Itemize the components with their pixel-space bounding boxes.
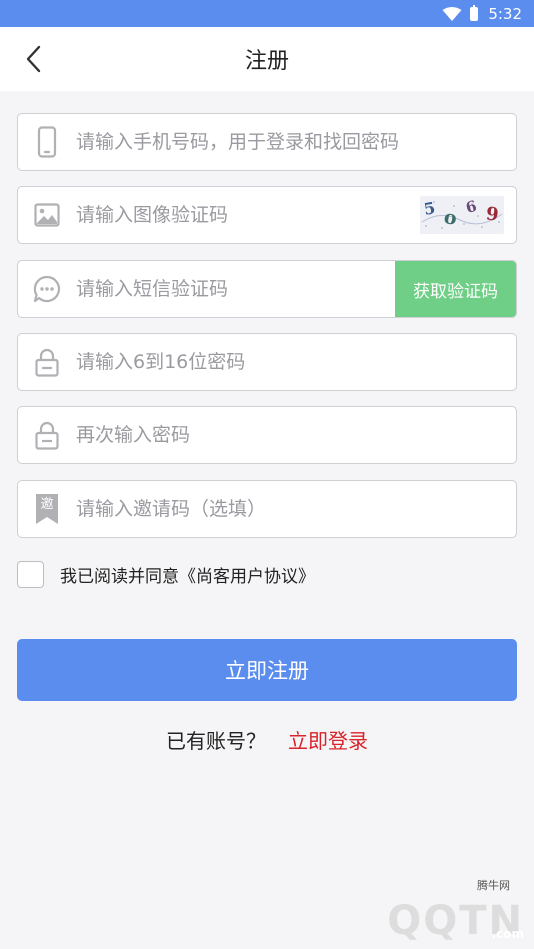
watermark-small-text: 腾牛网 xyxy=(477,879,510,892)
login-link[interactable]: 立即登录 xyxy=(288,725,368,754)
wifi-icon xyxy=(442,6,462,21)
get-code-button[interactable]: 获取验证码 xyxy=(395,261,516,317)
watermark-domain: .com xyxy=(491,927,524,941)
top-bar: 注册 xyxy=(0,27,534,91)
invite-code-field: 邀 xyxy=(17,480,517,538)
sms-code-field: 获取验证码 xyxy=(17,260,517,318)
confirm-password-field xyxy=(17,406,517,464)
lock-icon xyxy=(18,407,76,463)
status-time: 5:32 xyxy=(488,4,522,23)
image-code-input[interactable] xyxy=(76,187,420,243)
agreement-label[interactable]: 我已阅读并同意《尚客用户协议》 xyxy=(60,562,315,587)
message-icon xyxy=(18,261,76,317)
register-button[interactable]: 立即注册 xyxy=(17,639,517,701)
sms-code-input[interactable] xyxy=(76,261,395,317)
invite-code-input[interactable] xyxy=(76,481,516,537)
agreement-checkbox[interactable] xyxy=(17,560,44,588)
watermark-logo: 腾牛网 QQTN .com xyxy=(314,879,524,941)
invite-bookmark-icon: 邀 xyxy=(18,481,76,537)
login-prompt: 已有账号？ 立即登录 xyxy=(0,722,534,756)
status-bar: 5:32 xyxy=(0,0,534,27)
phone-field xyxy=(17,113,517,171)
password-input[interactable] xyxy=(76,334,516,390)
chevron-left-icon xyxy=(26,45,41,73)
invite-icon-char: 邀 xyxy=(40,497,54,512)
password-field xyxy=(17,333,517,391)
has-account-text: 已有账号？ xyxy=(166,728,266,753)
image-code-field: 5 o 6 9 xyxy=(17,186,517,244)
confirm-password-input[interactable] xyxy=(76,407,516,463)
back-button[interactable] xyxy=(18,43,48,75)
phone-input[interactable] xyxy=(76,114,516,170)
battery-icon xyxy=(470,4,479,21)
phone-icon xyxy=(18,114,76,170)
image-icon xyxy=(18,187,76,243)
captcha-image[interactable]: 5 o 6 9 xyxy=(420,196,504,234)
page-title: 注册 xyxy=(244,49,289,74)
agreement-row: 我已阅读并同意《尚客用户协议》 xyxy=(17,559,315,589)
lock-icon xyxy=(18,334,76,390)
captcha-char: 9 xyxy=(484,203,500,226)
